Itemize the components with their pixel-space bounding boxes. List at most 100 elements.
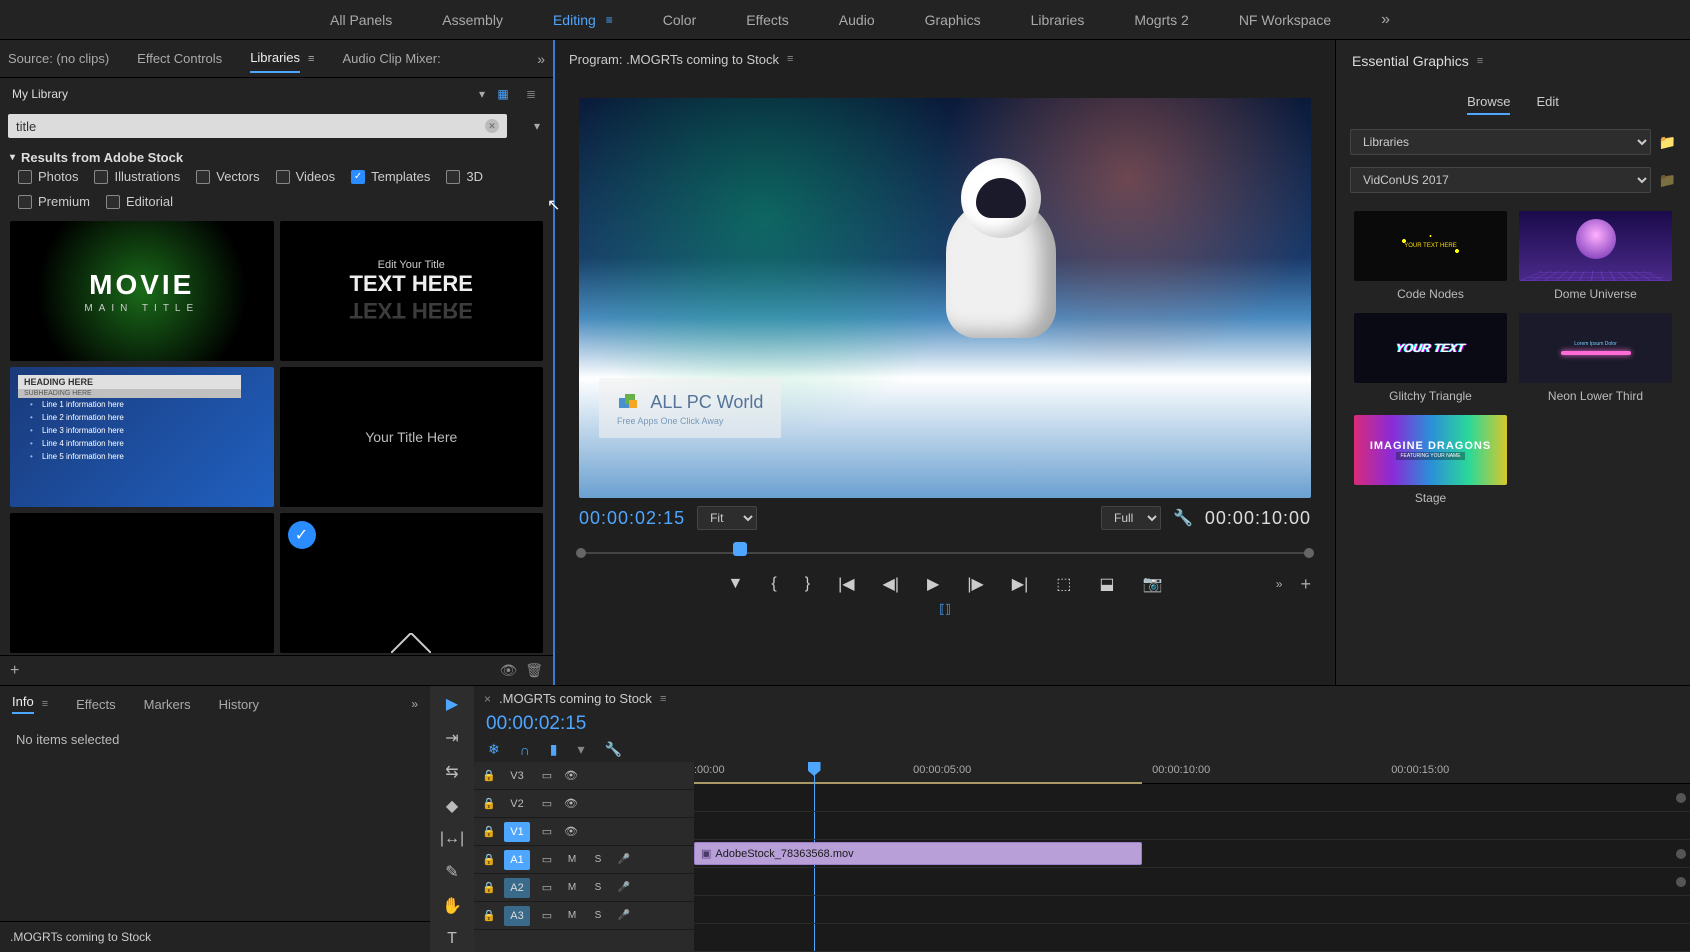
filter-vectors[interactable]: Vectors	[196, 169, 259, 184]
tab-effects[interactable]: Effects	[76, 697, 116, 712]
filter-videos[interactable]: Videos	[276, 169, 336, 184]
tab-history[interactable]: History	[219, 697, 259, 712]
sync-lock-icon[interactable]: ▭	[540, 909, 554, 922]
tab-info[interactable]: Info	[12, 694, 34, 714]
track-header-a2[interactable]: 🔒 A2 ▭ M S 🎤	[474, 874, 694, 902]
search-filter-icon[interactable]: ▾	[529, 119, 545, 133]
info-overflow-icon[interactable]: »	[411, 697, 418, 711]
filter-photos[interactable]: Photos	[18, 169, 78, 184]
sync-lock-icon[interactable]: ▭	[540, 769, 554, 782]
workspace-overflow-icon[interactable]: »	[1381, 11, 1390, 29]
hand-tool-icon[interactable]: ✋	[442, 896, 462, 916]
stock-result-text-here[interactable]: Edit Your Title TEXT HERE TEXT HERE	[280, 221, 544, 361]
solo-button[interactable]: S	[590, 910, 606, 921]
eg-tab-browse[interactable]: Browse	[1467, 94, 1510, 115]
sync-lock-icon[interactable]: ▭	[540, 881, 554, 894]
lane-v3[interactable]	[694, 784, 1690, 812]
lock-icon[interactable]: 🔒	[482, 825, 494, 838]
export-frame-icon[interactable]: 📷	[1143, 574, 1163, 594]
voiceover-icon[interactable]: 🎤	[616, 854, 632, 865]
workspace-effects[interactable]: Effects	[746, 12, 789, 28]
lock-icon[interactable]: 🔒	[482, 853, 494, 866]
program-scrubber[interactable]	[579, 540, 1311, 560]
tab-markers[interactable]: Markers	[144, 697, 191, 712]
extract-icon[interactable]: ⬓	[1099, 574, 1114, 594]
list-view-icon[interactable]: ≣	[521, 84, 541, 104]
trash-icon[interactable]: 🗑	[525, 662, 543, 679]
eg-tab-edit[interactable]: Edit	[1536, 94, 1558, 115]
stock-result-5[interactable]	[10, 513, 274, 653]
lane-v2[interactable]	[694, 812, 1690, 840]
track-select-tool-icon[interactable]: ⇥	[445, 728, 458, 748]
timeline-ruler[interactable]: :00:00 00:00:05:00 00:00:10:00 00:00:15:…	[694, 762, 1690, 784]
stock-result-info-list[interactable]: HEADING HERE SUBHEADING HERE Line 1 info…	[10, 367, 274, 507]
mute-button[interactable]: M	[564, 910, 580, 921]
tab-libraries-menu-icon[interactable]: ≡	[308, 53, 314, 65]
workspace-color[interactable]: Color	[663, 12, 696, 28]
library-dropdown-icon[interactable]: ▾	[479, 87, 485, 101]
filter-premium[interactable]: Premium	[18, 194, 90, 209]
eye-icon[interactable]: 👁	[564, 825, 578, 838]
workspace-menu-icon[interactable]: ≡	[606, 13, 613, 27]
go-to-in-icon[interactable]: |◀	[838, 574, 854, 594]
tab-source[interactable]: Source: (no clips)	[8, 45, 109, 72]
lane-v1[interactable]: ▣ AdobeStock_78363568.mov	[694, 840, 1690, 868]
scrubber-playhead[interactable]	[733, 542, 747, 556]
preview-icon[interactable]: 👁	[499, 662, 517, 679]
lane-a1[interactable]	[694, 868, 1690, 896]
scrubber-in-point[interactable]	[576, 548, 586, 558]
eg-menu-icon[interactable]: ≡	[1477, 55, 1483, 67]
grid-view-icon[interactable]: ▦	[493, 84, 513, 104]
lane-a2[interactable]	[694, 896, 1690, 924]
track-header-a1[interactable]: 🔒 A1 ▭ M S 🎤	[474, 846, 694, 874]
solo-button[interactable]: S	[590, 882, 606, 893]
timeline-tracks-area[interactable]: :00:00 00:00:05:00 00:00:10:00 00:00:15:…	[694, 762, 1690, 952]
zoom-select[interactable]: Fit	[697, 506, 757, 530]
mark-out-bracket-icon[interactable]: }	[805, 575, 810, 593]
workspace-all-panels[interactable]: All Panels	[330, 12, 392, 28]
snap-icon[interactable]: ❄	[488, 741, 500, 758]
timeline-sequence-name[interactable]: .MOGRTs coming to Stock	[499, 691, 652, 706]
voiceover-icon[interactable]: 🎤	[616, 882, 632, 893]
add-library-icon[interactable]: +	[10, 662, 19, 680]
linked-selection-icon[interactable]: ∩	[520, 742, 530, 758]
stock-result-licensed[interactable]: ✓	[280, 513, 544, 653]
settings-wrench-icon[interactable]: 🔧	[1173, 508, 1193, 528]
voiceover-icon[interactable]: 🎤	[616, 910, 632, 921]
source-overflow-icon[interactable]: »	[537, 51, 545, 67]
workspace-assembly[interactable]: Assembly	[442, 12, 503, 28]
filter-templates[interactable]: Templates	[351, 169, 430, 184]
pen-tool-icon[interactable]: ✎	[445, 862, 458, 882]
workspace-editing[interactable]: Editing	[553, 12, 596, 28]
mark-in-icon[interactable]: ▼	[728, 575, 744, 593]
program-monitor[interactable]: ALL PC World Free Apps One Click Away	[579, 98, 1311, 498]
eye-icon[interactable]: 👁	[564, 769, 578, 782]
info-menu-icon[interactable]: ≡	[42, 698, 48, 710]
filter-3d[interactable]: 3D	[446, 169, 483, 184]
track-header-v2[interactable]: 🔒 V2 ▭ 👁	[474, 790, 694, 818]
eg-item-code-nodes[interactable]: YOUR TEXT HERE Code Nodes	[1354, 211, 1507, 301]
workspace-nf[interactable]: NF Workspace	[1239, 12, 1331, 28]
marker-icon[interactable]: ▮	[550, 741, 558, 758]
tl-marker-off-icon[interactable]: ▾	[578, 741, 585, 758]
selection-tool-icon[interactable]: ▶	[446, 694, 458, 714]
workspace-mogrts2[interactable]: Mogrts 2	[1134, 12, 1188, 28]
track-header-v3[interactable]: 🔒 V3 ▭ 👁	[474, 762, 694, 790]
video-clip[interactable]: ▣ AdobeStock_78363568.mov	[694, 842, 1142, 865]
razor-tool-icon[interactable]: ◆	[446, 796, 458, 816]
type-tool-icon[interactable]: T	[447, 930, 457, 948]
timeline-menu-icon[interactable]: ≡	[660, 693, 666, 705]
eg-item-dome[interactable]: Dome Universe	[1519, 211, 1672, 301]
eg-library-select[interactable]: VidConUS 2017	[1350, 167, 1651, 193]
track-header-v1[interactable]: 🔒 V1 ▭ 👁	[474, 818, 694, 846]
sync-lock-icon[interactable]: ▭	[540, 825, 554, 838]
eye-icon[interactable]: 👁	[564, 797, 578, 810]
sync-lock-icon[interactable]: ▭	[540, 853, 554, 866]
tl-wrench-icon[interactable]: 🔧	[605, 741, 622, 758]
tab-libraries[interactable]: Libraries	[250, 44, 300, 73]
workspace-audio[interactable]: Audio	[839, 12, 875, 28]
lock-icon[interactable]: 🔒	[482, 909, 494, 922]
lock-icon[interactable]: 🔒	[482, 797, 494, 810]
stock-result-movie[interactable]: MOVIE MAIN TITLE	[10, 221, 274, 361]
tab-audio-mixer[interactable]: Audio Clip Mixer:	[342, 45, 440, 72]
